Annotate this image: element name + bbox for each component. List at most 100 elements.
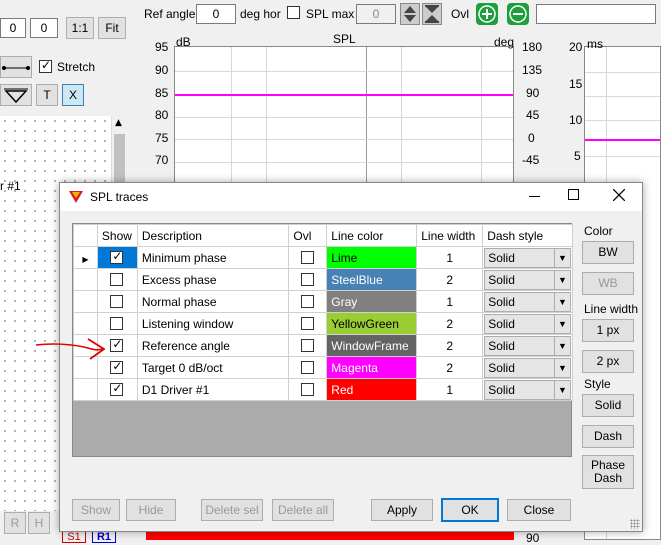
dash-style-select[interactable]: Solid ▼ <box>484 269 571 290</box>
r-button[interactable]: R <box>4 512 26 534</box>
spin-up-down-icon[interactable] <box>400 3 420 25</box>
description-cell[interactable]: Reference angle <box>136 334 290 357</box>
show-checkbox[interactable] <box>110 337 124 352</box>
close-icon[interactable] <box>613 189 625 201</box>
ovl-checkbox[interactable] <box>300 251 314 264</box>
description-cell[interactable]: D1 Driver #1 <box>136 378 290 401</box>
scroll-up-icon[interactable]: ▲ <box>115 118 122 128</box>
chevron-down-icon[interactable]: ▼ <box>554 336 570 355</box>
column-header[interactable]: Description <box>136 224 290 247</box>
row-header[interactable] <box>73 312 98 335</box>
ovl-cell[interactable] <box>288 246 328 269</box>
description-cell[interactable]: Excess phase <box>136 268 290 291</box>
line-width-cell[interactable]: 2 <box>416 312 484 335</box>
row-header[interactable] <box>73 268 98 291</box>
add-icon[interactable] <box>476 3 498 25</box>
show-checkbox[interactable] <box>110 317 124 330</box>
stretch-checkbox[interactable] <box>39 58 52 73</box>
dash-style-select[interactable]: Solid ▼ <box>484 291 571 312</box>
chevron-down-icon[interactable]: ▼ <box>554 292 570 311</box>
trace-row[interactable]: Target 0 dB/oct Magenta2 Solid ▼ <box>73 356 573 379</box>
r1-tab[interactable]: R1 <box>92 531 116 543</box>
line-width-cell[interactable]: 1 <box>416 378 484 401</box>
bw-button[interactable]: BW <box>582 241 634 264</box>
fit-button[interactable]: Fit <box>98 17 126 39</box>
ok-button[interactable]: OK <box>441 498 499 522</box>
line-width-cell[interactable]: 2 <box>416 268 484 291</box>
chevron-down-icon[interactable]: ▼ <box>554 248 570 267</box>
chevron-down-icon[interactable]: ▼ <box>554 314 570 333</box>
traces-grid[interactable]: Show Description Ovl Line color Line wid… <box>72 223 573 457</box>
line-width-cell[interactable]: 1 <box>416 290 484 313</box>
line-width-cell[interactable]: 2 <box>416 356 484 379</box>
apply-button[interactable]: Apply <box>371 499 433 521</box>
ovl-cell[interactable] <box>288 334 328 357</box>
baseline-triangle-button[interactable] <box>0 84 32 106</box>
trace-row[interactable]: Reference angle WindowFrame2 Solid ▼ <box>73 334 573 357</box>
ratio-button[interactable]: 1:1 <box>66 17 94 39</box>
trace-row[interactable]: D1 Driver #1 Red1 Solid ▼ <box>73 378 573 401</box>
row-header[interactable] <box>73 378 98 401</box>
line-width-cell[interactable]: 1 <box>416 246 484 269</box>
show-button[interactable]: Show <box>72 499 120 521</box>
ovl-name-input[interactable] <box>536 4 656 24</box>
trace-row[interactable]: Excess phase SteelBlue 2 Solid ▼ <box>73 268 573 291</box>
dash-style-select[interactable]: Solid ▼ <box>484 379 571 400</box>
line-color-cell[interactable]: Magenta <box>326 356 418 379</box>
line-color-cell[interactable]: YellowGreen <box>326 312 418 335</box>
line-color-cell[interactable]: Red <box>326 378 418 401</box>
field-a[interactable]: 0 <box>0 18 26 38</box>
ovl-cell[interactable] <box>288 356 328 379</box>
2px-button[interactable]: 2 px <box>582 350 634 373</box>
close-button[interactable]: Close <box>507 499 571 521</box>
dash-style-cell[interactable]: Solid ▼ <box>482 356 573 379</box>
dash-style-cell[interactable]: Solid ▼ <box>482 246 573 269</box>
ovl-cell[interactable] <box>288 312 328 335</box>
ovl-checkbox[interactable] <box>300 339 314 352</box>
line-color-cell[interactable]: SteelBlue <box>326 268 418 291</box>
resize-grip-icon[interactable] <box>630 519 640 529</box>
ovl-checkbox[interactable] <box>300 273 314 286</box>
chevron-down-icon[interactable]: ▼ <box>554 358 570 377</box>
show-checkbox[interactable] <box>110 295 124 308</box>
phase-dash-button[interactable]: Phase Dash <box>582 455 634 489</box>
ovl-cell[interactable] <box>288 290 328 313</box>
dash-style-cell[interactable]: Solid ▼ <box>482 378 573 401</box>
hide-button[interactable]: Hide <box>126 499 176 521</box>
line-style-button[interactable] <box>0 56 32 78</box>
line-color-cell[interactable]: Gray <box>326 290 418 313</box>
line-color-cell[interactable]: Lime <box>326 246 418 269</box>
ovl-checkbox[interactable] <box>300 361 314 374</box>
solid-button[interactable]: Solid <box>582 394 634 417</box>
t-button[interactable]: T <box>36 84 58 106</box>
remove-icon[interactable] <box>507 3 529 25</box>
description-cell[interactable]: Minimum phase <box>136 246 290 269</box>
dash-style-cell[interactable]: Solid ▼ <box>482 312 573 335</box>
show-checkbox[interactable] <box>110 359 124 374</box>
show-cell[interactable] <box>96 378 138 401</box>
show-checkbox[interactable] <box>110 249 124 264</box>
description-cell[interactable]: Normal phase <box>136 290 290 313</box>
minimize-icon[interactable] <box>529 196 540 197</box>
dash-style-select[interactable]: Solid ▼ <box>484 335 571 356</box>
spl-max-checkbox[interactable] <box>287 6 300 19</box>
chevron-down-icon[interactable]: ▼ <box>554 380 570 399</box>
description-cell[interactable]: Target 0 dB/oct <box>136 356 290 379</box>
wb-button[interactable]: WB <box>582 272 634 295</box>
x-button[interactable]: X <box>62 84 84 106</box>
column-header[interactable]: Line color <box>326 224 418 247</box>
column-header[interactable]: Line width <box>416 224 484 247</box>
trace-row[interactable]: ▶ Minimum phase Lime1 Solid ▼ <box>73 246 573 269</box>
ovl-cell[interactable] <box>288 378 328 401</box>
spl-max-input[interactable]: 0 <box>356 4 396 24</box>
dash-style-select[interactable]: Solid ▼ <box>484 313 571 334</box>
h-button[interactable]: H <box>28 512 50 534</box>
show-cell[interactable] <box>96 290 138 313</box>
column-header[interactable]: Dash style <box>482 224 573 247</box>
field-b[interactable]: 0 <box>30 18 58 38</box>
dialog-titlebar[interactable]: SPL traces <box>60 183 642 211</box>
show-cell[interactable] <box>96 312 138 335</box>
delete-all-button[interactable]: Delete all <box>272 499 334 521</box>
1px-button[interactable]: 1 px <box>582 319 634 342</box>
row-header[interactable]: ▶ <box>73 246 98 269</box>
